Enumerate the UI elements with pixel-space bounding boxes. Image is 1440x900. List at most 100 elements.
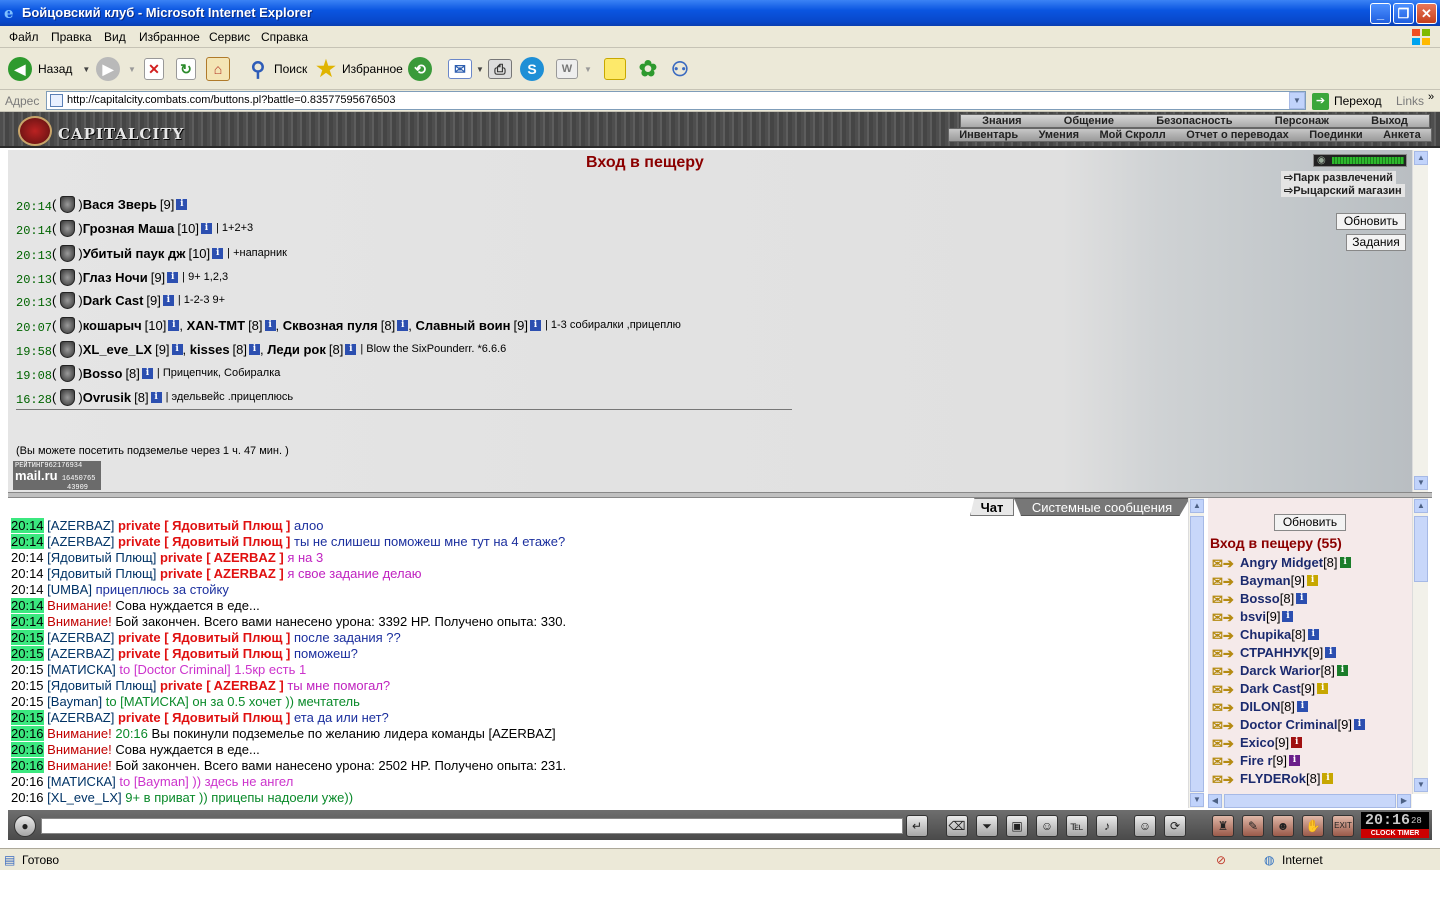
back-button[interactable]: ◀ Назад ▼ bbox=[8, 54, 90, 84]
user-nick[interactable]: Fire r bbox=[1240, 753, 1273, 768]
scroll-up-icon[interactable]: ▲ bbox=[1414, 151, 1428, 165]
info-icon[interactable]: i bbox=[176, 198, 188, 210]
member-nick[interactable]: Ovrusik bbox=[83, 390, 131, 405]
stop-button[interactable]: ✕ bbox=[144, 54, 164, 84]
user-list-item[interactable]: ✉➔ DILON [8] i bbox=[1212, 699, 1308, 715]
join-shield-icon[interactable] bbox=[60, 364, 76, 382]
member-nick[interactable]: Убитый паук дж bbox=[83, 246, 186, 261]
chat-part[interactable]: [Ядовитый Плющ] bbox=[47, 678, 156, 693]
user-nick[interactable]: bsvi bbox=[1240, 609, 1266, 624]
userlist-scrollbar[interactable]: ▲ ▼ bbox=[1412, 498, 1428, 794]
history-button[interactable]: ⟲ bbox=[408, 54, 432, 84]
chat-part[interactable]: [AZERBAZ] bbox=[47, 646, 114, 661]
chat-part[interactable]: [Bayman] bbox=[47, 694, 102, 709]
user-nick[interactable]: Doctor Criminal bbox=[1240, 717, 1338, 732]
go-button[interactable]: ➔ Переход bbox=[1312, 92, 1382, 110]
user-nick[interactable]: Dark Cast bbox=[1240, 681, 1301, 696]
info-icon[interactable]: i bbox=[345, 343, 357, 355]
messenger-button[interactable]: ⚇ bbox=[668, 54, 692, 84]
user-list-item[interactable]: ✉➔ Angry Midget [8] i bbox=[1212, 555, 1351, 571]
forward-button[interactable]: ▶ ▼ bbox=[96, 54, 136, 84]
menu-favorites[interactable]: Избранное bbox=[139, 30, 200, 44]
info-icon[interactable]: i bbox=[1307, 629, 1319, 640]
menu-help[interactable]: Справка bbox=[261, 30, 308, 44]
chat-time[interactable]: 20:14 bbox=[11, 566, 44, 581]
menu-view[interactable]: Вид bbox=[104, 30, 126, 44]
chat-part[interactable]: [AZERBAZ] bbox=[47, 518, 114, 533]
info-icon[interactable]: i bbox=[168, 319, 180, 331]
member-nick[interactable]: Славный воин bbox=[415, 318, 510, 333]
info-icon[interactable]: i bbox=[212, 247, 224, 259]
info-icon[interactable]: i bbox=[167, 271, 179, 283]
chat-time[interactable]: 20:15 bbox=[11, 678, 44, 693]
tab-chat[interactable]: Чат bbox=[970, 498, 1014, 516]
chat-part[interactable]: [UMBA] bbox=[47, 582, 92, 597]
hands-icon[interactable]: ✋ bbox=[1302, 815, 1324, 837]
member-nick[interactable]: Вася Зверь bbox=[83, 197, 157, 212]
member-nick[interactable]: Леди рок bbox=[267, 342, 326, 357]
nav-knowledge[interactable]: Знания bbox=[982, 115, 1021, 127]
chat-scrollbar[interactable]: ▲ ▼ bbox=[1188, 498, 1204, 808]
user-list-item[interactable]: ✉➔ Chupika [8] i bbox=[1212, 627, 1319, 643]
user-list-item[interactable]: ✉➔ Doctor Criminal [9] i bbox=[1212, 717, 1365, 733]
search-button[interactable]: ⚲ Поиск bbox=[246, 54, 308, 84]
join-shield-icon[interactable] bbox=[60, 388, 76, 406]
print-button[interactable]: ⎙ bbox=[488, 54, 512, 84]
chat-time[interactable]: 20:15 bbox=[11, 710, 44, 725]
user-nick[interactable]: Angry Midget bbox=[1240, 555, 1323, 570]
nav-character[interactable]: Персонаж bbox=[1275, 115, 1329, 127]
info-icon[interactable]: i bbox=[249, 343, 261, 355]
chat-time[interactable]: 20:14 bbox=[11, 598, 44, 613]
member-nick[interactable]: XAN-TMT bbox=[187, 318, 246, 333]
user-list-item[interactable]: ✉➔ Darck Warior [8] i bbox=[1212, 663, 1348, 679]
send-icon[interactable]: ↵ bbox=[906, 815, 928, 837]
scroll-up-icon[interactable]: ▲ bbox=[1414, 499, 1428, 513]
join-shield-icon[interactable] bbox=[60, 340, 76, 358]
home-button[interactable]: ⌂ bbox=[206, 54, 230, 84]
chat-time[interactable]: 20:14 bbox=[11, 582, 44, 597]
icq-button[interactable]: ✿ bbox=[636, 54, 660, 84]
private-message-icon[interactable]: ✉➔ bbox=[1212, 556, 1240, 571]
address-input[interactable]: http://capitalcity.combats.com/buttons.p… bbox=[46, 91, 1306, 110]
nav-security[interactable]: Безопасность bbox=[1156, 115, 1232, 127]
edit-button[interactable]: W ▼ bbox=[556, 54, 592, 84]
tasks-button[interactable]: Задания bbox=[1346, 234, 1406, 251]
user-list-item[interactable]: ✉➔ Dark Cast [9] i bbox=[1212, 681, 1329, 697]
filter-icon[interactable]: ⏷ bbox=[976, 815, 998, 837]
chat-time[interactable]: 20:15 bbox=[11, 694, 44, 709]
chevron-right-icon[interactable]: » bbox=[1428, 91, 1434, 103]
chat-part[interactable]: [МАТИСКА] bbox=[47, 662, 116, 677]
private-message-icon[interactable]: ✉➔ bbox=[1212, 610, 1240, 625]
save-log-icon[interactable]: ▣ bbox=[1006, 815, 1028, 837]
member-nick[interactable]: кошарыч bbox=[83, 318, 142, 333]
info-icon[interactable]: i bbox=[162, 294, 174, 306]
eraser-icon[interactable]: ⌫ bbox=[946, 815, 968, 837]
private-message-icon[interactable]: ✉➔ bbox=[1212, 592, 1240, 607]
nav-transfer-report[interactable]: Отчет о переводах bbox=[1186, 129, 1289, 141]
info-icon[interactable]: i bbox=[1296, 701, 1308, 712]
info-icon[interactable]: i bbox=[1325, 647, 1337, 658]
chat-time[interactable]: 20:14 bbox=[11, 534, 44, 549]
tab-system-messages[interactable]: Системные сообщения bbox=[1014, 498, 1190, 516]
chat-part[interactable]: [AZERBAZ] bbox=[47, 710, 114, 725]
chat-time[interactable]: 20:14 bbox=[11, 550, 44, 565]
user-list-item[interactable]: ✉➔ Bayman [9] i bbox=[1212, 573, 1319, 589]
exit-icon[interactable]: EXIT bbox=[1332, 815, 1354, 837]
chat-time[interactable]: 20:15 bbox=[11, 646, 44, 661]
join-shield-icon[interactable] bbox=[60, 268, 76, 286]
user-nick[interactable]: СТРАННУК bbox=[1240, 645, 1309, 660]
scroll-thumb[interactable] bbox=[1414, 516, 1428, 582]
user-list-item[interactable]: ✉➔ Bosso [8] i bbox=[1212, 591, 1308, 607]
info-icon[interactable]: i bbox=[529, 319, 541, 331]
blocked-icon[interactable]: ⊘ bbox=[1216, 853, 1226, 867]
minimize-button[interactable]: _ bbox=[1370, 3, 1391, 24]
chat-part[interactable]: [AZERBAZ] bbox=[47, 630, 114, 645]
private-message-icon[interactable]: ✉➔ bbox=[1212, 574, 1240, 589]
info-icon[interactable]: i bbox=[141, 367, 153, 379]
private-message-icon[interactable]: ✉➔ bbox=[1212, 772, 1240, 787]
join-shield-icon[interactable] bbox=[60, 244, 76, 262]
translit-icon[interactable]: ℡ bbox=[1066, 815, 1088, 837]
user-list-item[interactable]: ✉➔ СТРАННУК [9] i bbox=[1212, 645, 1337, 661]
info-icon[interactable]: i bbox=[1288, 755, 1300, 766]
user-list-item[interactable]: ✉➔ Exico [9] i bbox=[1212, 735, 1303, 751]
